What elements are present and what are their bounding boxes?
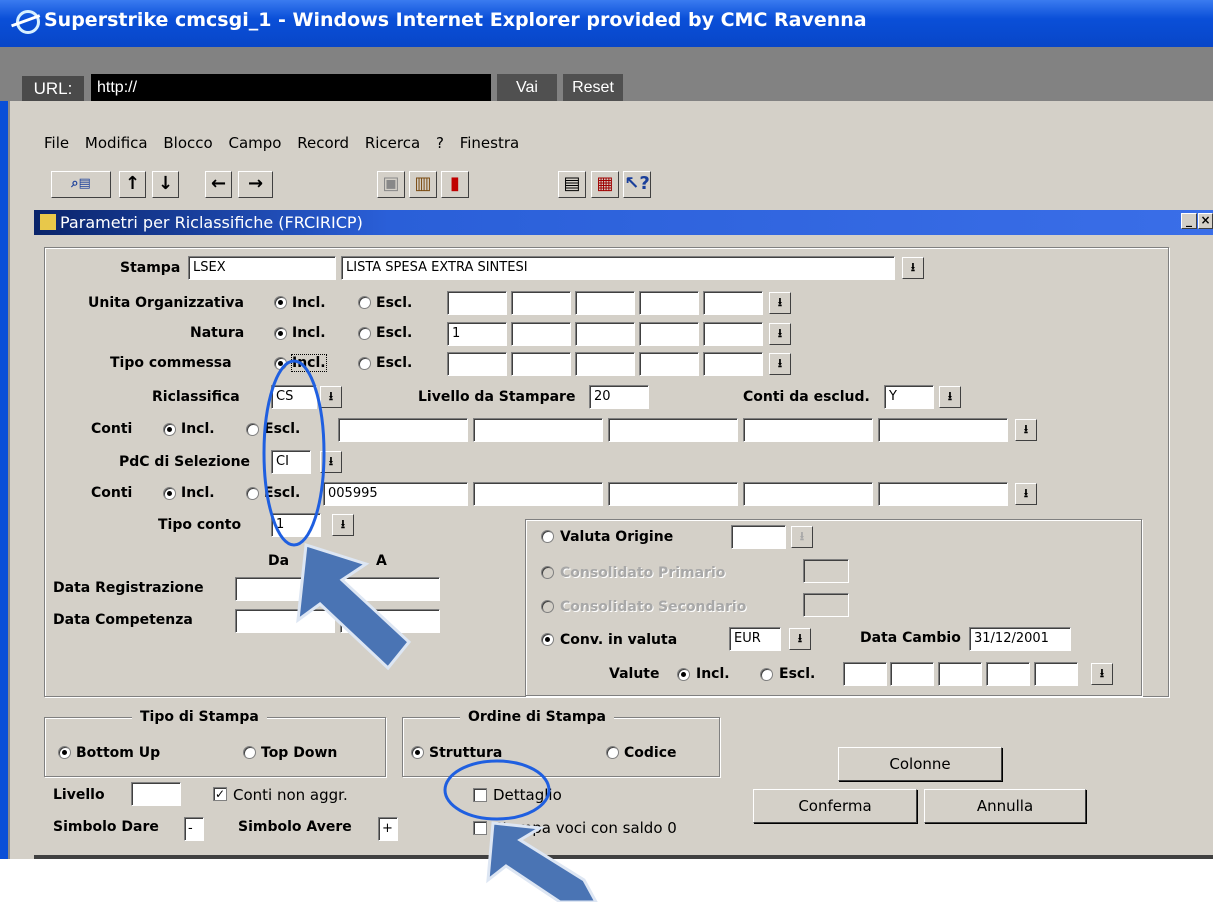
annotation-arrow-up-left <box>296 543 412 671</box>
annotation-ellipse-left <box>262 359 326 547</box>
annotation-ellipse-bottom <box>443 759 551 821</box>
annotation-overlay <box>262 359 598 902</box>
annotation-arrow-bottom <box>486 821 598 902</box>
